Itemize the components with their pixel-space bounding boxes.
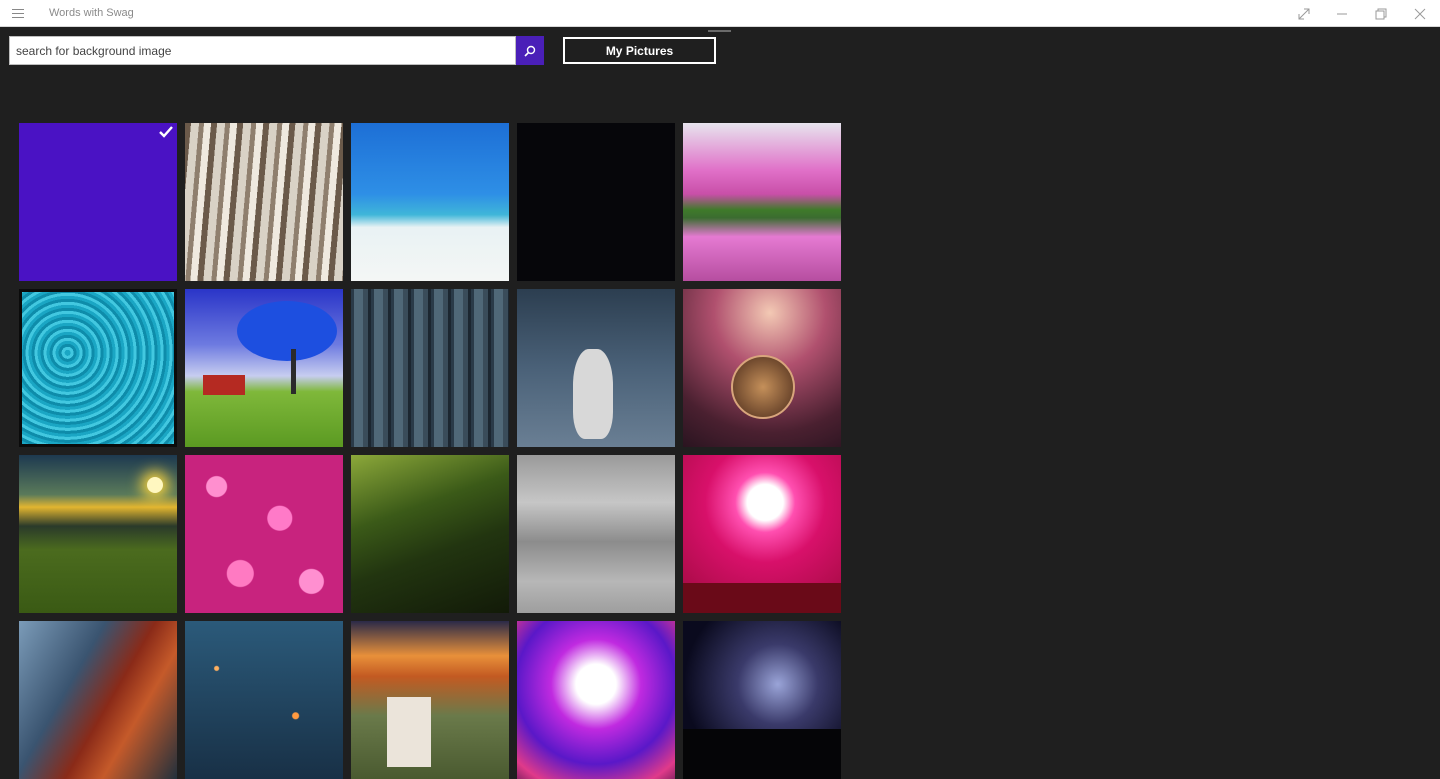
gallery-tile[interactable] — [351, 289, 509, 447]
gallery-tile[interactable] — [351, 621, 509, 779]
gallery-tile[interactable] — [185, 123, 343, 281]
gallery-tile[interactable] — [683, 123, 841, 281]
gallery-tile[interactable] — [19, 455, 177, 613]
my-pictures-button[interactable]: My Pictures — [563, 37, 716, 64]
search-button[interactable] — [516, 36, 544, 65]
drag-handle[interactable] — [708, 30, 731, 32]
title-bar: Words with Swag — [0, 0, 1440, 27]
app-title: Words with Swag — [49, 7, 134, 19]
restore-icon — [1375, 8, 1387, 20]
gallery-tile[interactable] — [517, 123, 675, 281]
gallery-tile[interactable] — [683, 621, 841, 779]
search-input[interactable] — [9, 36, 516, 65]
search-icon — [524, 45, 536, 57]
gallery-tile[interactable] — [517, 455, 675, 613]
gallery-tile[interactable] — [19, 621, 177, 779]
hamburger-icon[interactable] — [12, 9, 24, 19]
minimize-button[interactable] — [1323, 0, 1361, 27]
gallery-tile[interactable] — [185, 455, 343, 613]
gallery-tile[interactable] — [19, 289, 177, 447]
gallery-tile[interactable] — [517, 621, 675, 779]
gallery-tile[interactable] — [185, 289, 343, 447]
gallery-tile[interactable] — [517, 289, 675, 447]
checkmark-icon — [159, 126, 173, 138]
gallery-tile[interactable] — [683, 289, 841, 447]
gallery-tile[interactable] — [185, 621, 343, 779]
restore-button[interactable] — [1362, 0, 1400, 27]
close-button[interactable] — [1401, 0, 1439, 27]
close-icon — [1414, 8, 1426, 20]
minimize-icon — [1337, 13, 1347, 15]
expand-icon — [1298, 8, 1310, 20]
full-screen-button[interactable] — [1285, 0, 1323, 27]
gallery-tile-selected[interactable] — [19, 123, 177, 281]
gallery-tile[interactable] — [683, 455, 841, 613]
gallery-tile[interactable] — [351, 455, 509, 613]
gallery-tile[interactable] — [351, 123, 509, 281]
